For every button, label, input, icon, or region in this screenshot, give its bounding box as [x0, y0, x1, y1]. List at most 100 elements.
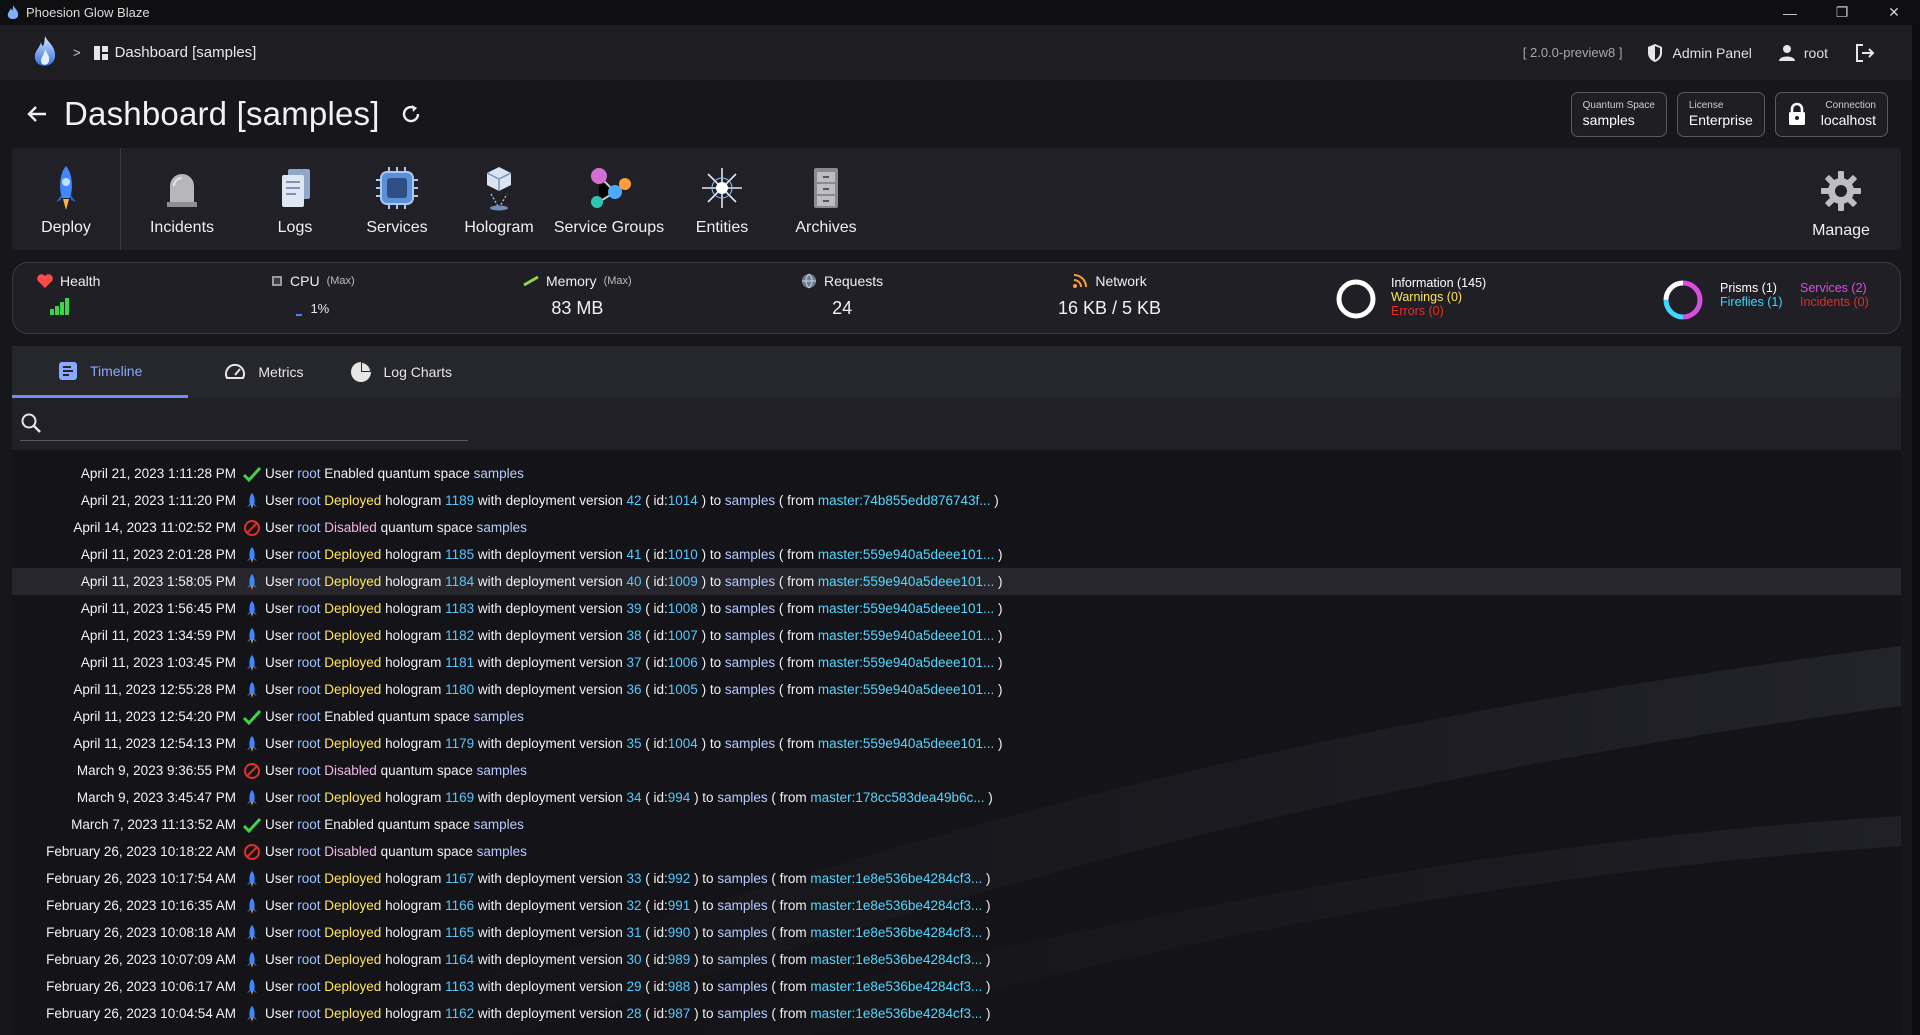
timeline-message: User root Deployed hologram 1162 with de… — [265, 1006, 991, 1021]
blaze-logo-icon[interactable] — [31, 35, 59, 71]
connection-chip[interactable]: Connection localhost — [1774, 91, 1888, 137]
toolbar-service-groups[interactable]: Service Groups — [551, 148, 667, 250]
timeline-time: April 21, 2023 1:11:28 PM — [80, 466, 236, 481]
timeline-time: February 26, 2023 10:18:22 AM — [46, 844, 236, 859]
quantum-space-chip[interactable]: Quantum Space samples — [1570, 91, 1667, 137]
tab-log-charts[interactable]: Log Charts — [350, 346, 498, 398]
toolbar-incidents[interactable]: Incidents — [121, 148, 243, 250]
logout-icon[interactable] — [1854, 42, 1876, 64]
page-title: Dashboard [samples] — [64, 95, 380, 132]
msg-text: ( from — [778, 601, 818, 616]
timeline-message: User root Deployed hologram 1165 with de… — [265, 925, 991, 940]
msg-hologram-number: 1179 — [445, 736, 478, 751]
requests-globe-icon — [802, 273, 816, 289]
msg-master-commit: master:1e8e536be4284cf3... — [810, 925, 986, 940]
user-menu[interactable]: root — [1778, 44, 1828, 62]
minimize-button[interactable]: — — [1764, 0, 1816, 25]
timeline-row[interactable]: March 9, 2023 9:36:55 PM User root Disabl… — [12, 757, 1901, 784]
check-icon — [241, 708, 263, 726]
msg-username: root — [297, 817, 325, 832]
msg-hologram-number: 1189 — [445, 493, 478, 508]
back-arrow-icon[interactable] — [26, 103, 48, 125]
toolbar-logs[interactable]: Logs — [243, 148, 347, 250]
msg-version-number: 41 — [626, 547, 646, 562]
network-value: 16 KB / 5 KB — [1058, 298, 1162, 318]
incidents-count[interactable]: Incidents (0) — [1800, 295, 1869, 309]
timeline-row[interactable]: February 26, 2023 10:07:09 AM User root D… — [12, 946, 1901, 973]
search-input[interactable] — [50, 410, 460, 436]
timeline-row[interactable]: February 26, 2023 10:18:22 AM User root D… — [12, 838, 1901, 865]
toolbar-services[interactable]: Services — [347, 148, 447, 250]
toolbar-hologram[interactable]: Hologram — [447, 148, 551, 250]
timeline-row[interactable]: April 21, 2023 1:11:20 PM User root Deplo… — [12, 487, 1901, 514]
admin-panel-link[interactable]: Admin Panel — [1646, 43, 1752, 63]
license-chip[interactable]: License Enterprise — [1676, 91, 1765, 137]
msg-action: Deployed — [324, 979, 386, 994]
msg-text: hologram — [385, 601, 446, 616]
prisms-count[interactable]: Prisms (1) — [1720, 281, 1783, 295]
maximize-button[interactable]: ❐ — [1816, 0, 1868, 25]
msg-text: ( from — [771, 1006, 811, 1021]
msg-user-word: User — [265, 925, 298, 940]
rocket-icon — [241, 627, 263, 645]
timeline-row[interactable]: April 11, 2023 2:01:28 PM User root Deplo… — [12, 541, 1901, 568]
forbidden-icon — [241, 843, 263, 861]
msg-user-word: User — [265, 790, 298, 805]
msg-text: hologram — [385, 1006, 446, 1021]
timeline-row[interactable]: April 11, 2023 12:54:20 PM User root Enab… — [12, 703, 1901, 730]
errors-count[interactable]: Errors (0) — [1391, 304, 1486, 318]
information-count[interactable]: Information (145) — [1391, 276, 1486, 290]
warnings-count[interactable]: Warnings (0) — [1391, 290, 1486, 304]
msg-text: ) — [998, 601, 1003, 616]
msg-username: root — [297, 601, 325, 616]
timeline-row[interactable]: February 26, 2023 10:17:54 AM User root D… — [12, 865, 1901, 892]
rocket-icon — [241, 897, 263, 915]
timeline-row[interactable]: March 9, 2023 3:45:47 PM User root Deploy… — [12, 784, 1901, 811]
window-scrollbar[interactable] — [1912, 25, 1920, 1035]
connection-value: localhost — [1820, 112, 1876, 128]
msg-quantum-space: samples — [724, 547, 779, 562]
msg-master-commit: master:178cc583dea49b6c... — [810, 790, 989, 805]
network-label: Network — [1095, 273, 1147, 289]
msg-text: hologram — [385, 871, 446, 886]
msg-text: ( id: — [645, 925, 668, 940]
msg-text: ) — [986, 898, 991, 913]
breadcrumb-current[interactable]: Dashboard [samples] — [115, 44, 257, 61]
timeline-row[interactable]: April 11, 2023 1:56:45 PM User root Deplo… — [12, 595, 1901, 622]
msg-text: ( id: — [645, 574, 668, 589]
timeline-row[interactable]: February 26, 2023 10:06:17 AM User root D… — [12, 973, 1901, 1000]
timeline-row[interactable]: February 26, 2023 10:04:54 AM User root D… — [12, 1000, 1901, 1027]
timeline-time: February 26, 2023 10:08:18 AM — [46, 925, 236, 940]
check-icon — [241, 465, 263, 483]
timeline-row[interactable]: February 26, 2023 10:08:18 AM User root D… — [12, 919, 1901, 946]
tab-metrics[interactable]: Metrics — [188, 346, 349, 398]
timeline-panel: Timeline Metrics Log Charts April 21, 20… — [12, 346, 1901, 1035]
toolbar-archives[interactable]: Archives — [777, 148, 875, 250]
timeline-row[interactable]: April 11, 2023 12:54:13 PM User root Depl… — [12, 730, 1901, 757]
timeline-row[interactable]: February 26, 2023 10:16:35 AM User root D… — [12, 892, 1901, 919]
timeline-row[interactable]: April 11, 2023 1:58:05 PM User root Deplo… — [12, 568, 1901, 595]
msg-deployment-id: 988 — [667, 979, 695, 994]
timeline-row[interactable]: April 21, 2023 1:11:28 PM User root Enabl… — [12, 460, 1901, 487]
timeline-row[interactable]: March 7, 2023 11:13:52 AM User root Enabl… — [12, 811, 1901, 838]
timeline-row[interactable]: April 11, 2023 12:55:28 PM User root Depl… — [12, 676, 1901, 703]
services-count[interactable]: Services (2) — [1800, 281, 1869, 295]
timeline-row[interactable]: April 11, 2023 1:34:59 PM User root Deplo… — [12, 622, 1901, 649]
refresh-icon[interactable] — [400, 103, 422, 125]
timeline-row[interactable]: April 14, 2023 11:02:52 PM User root Disa… — [12, 514, 1901, 541]
msg-text: ( from — [771, 871, 811, 886]
msg-version-number: 36 — [626, 682, 646, 697]
msg-text: ) — [994, 493, 999, 508]
toolbar-entities[interactable]: Entities — [667, 148, 777, 250]
msg-user-word: User — [265, 520, 298, 535]
timeline-row[interactable]: April 11, 2023 1:03:45 PM User root Deplo… — [12, 649, 1901, 676]
archive-cabinet-icon — [802, 164, 850, 212]
fireflies-count[interactable]: Fireflies (1) — [1720, 295, 1783, 309]
msg-version-number: 29 — [626, 979, 646, 994]
msg-text: with deployment version — [477, 979, 627, 994]
toolbar-deploy[interactable]: Deploy — [12, 148, 120, 250]
rocket-icon — [241, 924, 263, 942]
toolbar-manage[interactable]: Manage — [1781, 148, 1901, 250]
close-button[interactable]: ✕ — [1868, 0, 1920, 25]
tab-timeline[interactable]: Timeline — [12, 346, 189, 398]
